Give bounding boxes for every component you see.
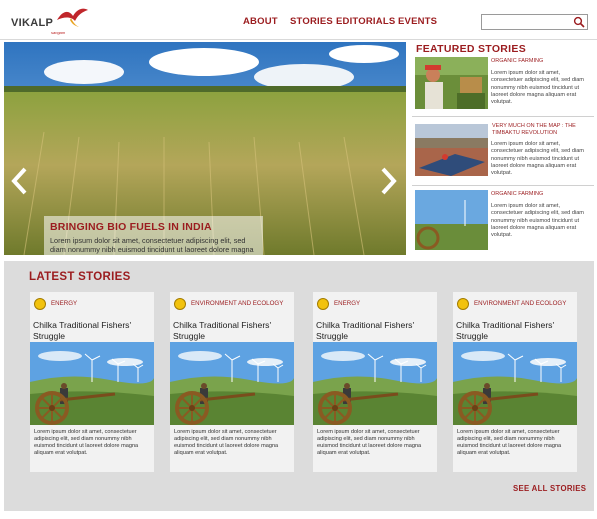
see-all-stories-link[interactable]: SEE ALL STORIES: [513, 484, 586, 493]
latest-stories-section: LATEST STORIES ENERGY Chilka Traditional…: [4, 261, 594, 511]
hero-text: Lorem ipsum dolor sit amet, consectetuer…: [50, 236, 254, 255]
card-image[interactable]: [453, 342, 577, 425]
card-image[interactable]: [313, 342, 437, 425]
site-header: VIKALP sangam ABOUT STORIES EDITORIALS E…: [0, 0, 597, 40]
nav-events[interactable]: EVENTS: [398, 16, 437, 27]
card-category[interactable]: ENVIRONMENT AND ECOLOGY: [191, 300, 283, 307]
card-text: Lorem ipsum dolor sit amet, consectetuer…: [174, 429, 279, 456]
nav-stories[interactable]: STORIES: [290, 16, 333, 27]
featured-text: Lorem ipsum dolor sit amet, consectetuer…: [491, 203, 584, 239]
category-badge-icon: [317, 298, 329, 310]
story-card[interactable]: ENVIRONMENT AND ECOLOGY Chilka Tradition…: [453, 292, 577, 472]
divider: [412, 185, 594, 186]
featured-stories-heading: FEATURED STORIES: [416, 43, 527, 55]
farmer-photo: [415, 57, 488, 109]
card-category[interactable]: ENERGY: [51, 300, 77, 307]
hero-caption[interactable]: BRINGING BIO FUELS IN INDIA Lorem ipsum …: [44, 216, 263, 255]
latest-stories-heading: LATEST STORIES: [29, 271, 131, 283]
site-logo[interactable]: VIKALP sangam: [11, 6, 91, 36]
story-card[interactable]: ENERGY Chilka Traditional Fishers' Strug…: [30, 292, 154, 472]
category-badge-icon: [457, 298, 469, 310]
featured-item[interactable]: ORGANIC FARMING Lorem ipsum dolor sit am…: [412, 190, 594, 252]
hero-slider[interactable]: BRINGING BIO FUELS IN INDIA Lorem ipsum …: [4, 42, 406, 255]
category-badge-icon: [174, 298, 186, 310]
story-card[interactable]: ENERGY Chilka Traditional Fishers' Strug…: [313, 292, 437, 472]
chevron-left-icon[interactable]: [10, 166, 30, 196]
featured-text: Lorem ipsum dolor sit amet, consectetuer…: [491, 70, 584, 106]
search-icon[interactable]: [573, 16, 585, 28]
card-title[interactable]: Chilka Traditional Fishers' Struggle: [173, 320, 291, 341]
nav-editorials[interactable]: EDITORIALS: [336, 16, 395, 27]
windmill-field-photo: [415, 190, 488, 250]
card-title[interactable]: Chilka Traditional Fishers' Struggle: [456, 320, 574, 341]
chevron-right-icon[interactable]: [378, 166, 398, 196]
card-title[interactable]: Chilka Traditional Fishers' Struggle: [316, 320, 434, 341]
card-category[interactable]: ENERGY: [334, 300, 360, 307]
story-card[interactable]: ENVIRONMENT AND ECOLOGY Chilka Tradition…: [170, 292, 294, 472]
brand-name: VIKALP: [11, 17, 54, 29]
featured-category[interactable]: VERY MUCH ON THE MAP : THE TIMBAKTU REVO…: [492, 123, 592, 137]
featured-category[interactable]: ORGANIC FARMING: [491, 58, 543, 65]
card-text: Lorem ipsum dolor sit amet, consectetuer…: [34, 429, 139, 456]
brand-tagline: sangam: [51, 30, 66, 35]
category-badge-icon: [34, 298, 46, 310]
featured-item[interactable]: VERY MUCH ON THE MAP : THE TIMBAKTU REVO…: [412, 122, 594, 182]
divider: [412, 116, 594, 117]
card-title[interactable]: Chilka Traditional Fishers' Struggle: [33, 320, 151, 341]
hero-title[interactable]: BRINGING BIO FUELS IN INDIA: [50, 221, 257, 233]
bird-logo-icon: [57, 8, 88, 27]
card-image[interactable]: [170, 342, 294, 425]
featured-category[interactable]: ORGANIC FARMING: [491, 191, 543, 198]
search-input[interactable]: [481, 14, 588, 30]
card-image[interactable]: [30, 342, 154, 425]
card-category[interactable]: ENVIRONMENT AND ECOLOGY: [474, 300, 566, 307]
featured-item[interactable]: ORGANIC FARMING Lorem ipsum dolor sit am…: [412, 57, 594, 112]
card-text: Lorem ipsum dolor sit amet, consectetuer…: [457, 429, 562, 456]
card-text: Lorem ipsum dolor sit amet, consectetuer…: [317, 429, 422, 456]
nav-about[interactable]: ABOUT: [243, 16, 278, 27]
solar-panel-photo: [415, 124, 488, 176]
featured-text: Lorem ipsum dolor sit amet, consectetuer…: [491, 141, 584, 177]
